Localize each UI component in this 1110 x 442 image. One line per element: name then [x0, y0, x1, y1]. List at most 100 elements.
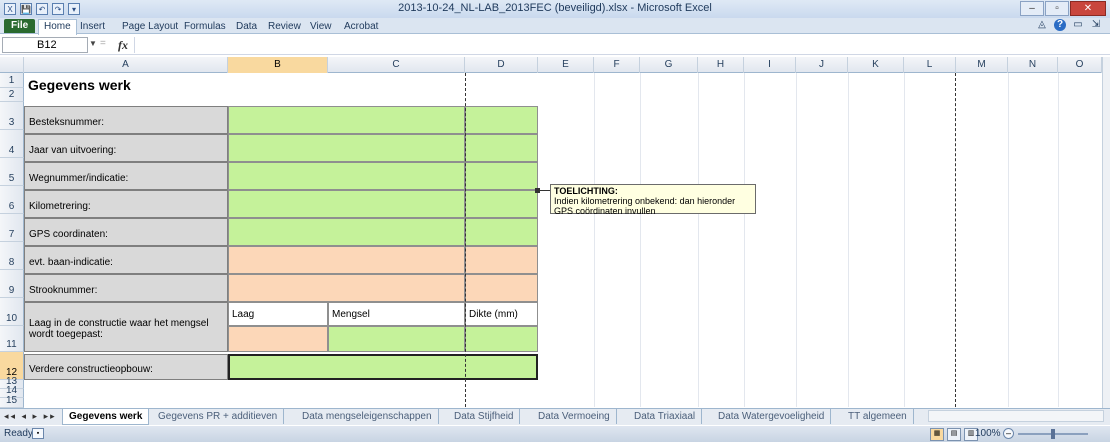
- page-layout-view-icon[interactable]: ▤: [947, 428, 961, 441]
- row-header[interactable]: 1: [0, 73, 24, 88]
- label-laag: Laag in de constructie waar het mengsel …: [24, 302, 228, 352]
- status-bar: Ready ▪ ▦ ▤ ▥ 100% –: [0, 426, 1110, 442]
- row-header[interactable]: 5: [0, 158, 24, 186]
- zoom-level[interactable]: 100%: [975, 428, 1001, 439]
- tab-data[interactable]: Data: [236, 20, 257, 33]
- input-gps-d[interactable]: [465, 218, 538, 246]
- label-verdere: Verdere constructieopbouw:: [24, 354, 228, 380]
- input-jaar-d[interactable]: [465, 134, 538, 162]
- row-header[interactable]: 9: [0, 270, 24, 298]
- comment-heading: TOELICHTING:: [554, 186, 618, 196]
- zoom-out-button[interactable]: –: [1003, 428, 1014, 439]
- input-kilometrering-d[interactable]: [465, 190, 538, 218]
- label-gps: GPS coordinaten:: [24, 218, 228, 246]
- select-all-corner[interactable]: [0, 57, 24, 73]
- row-header[interactable]: 7: [0, 214, 24, 242]
- column-header[interactable]: O: [1058, 57, 1102, 73]
- column-header[interactable]: C: [328, 57, 465, 73]
- input-laag[interactable]: [228, 326, 328, 352]
- insert-function-icon[interactable]: fx: [118, 38, 128, 53]
- gridline: [640, 73, 641, 407]
- minimize-ribbon-icon[interactable]: ◬: [1036, 19, 1048, 31]
- row-header[interactable]: 3: [0, 102, 24, 130]
- input-wegnummer-d[interactable]: [465, 162, 538, 190]
- column-header[interactable]: D: [465, 57, 538, 73]
- input-strook[interactable]: [228, 274, 465, 302]
- label-wegnummer: Wegnummer/indicatie:: [24, 162, 228, 190]
- column-header[interactable]: K: [848, 57, 904, 73]
- row-header[interactable]: 11: [0, 326, 24, 352]
- tab-formulas[interactable]: Formulas: [184, 20, 226, 33]
- sheet-tab-vermoeing[interactable]: Data Vermoeing: [532, 409, 617, 424]
- tab-insert[interactable]: Insert: [80, 20, 105, 33]
- help-icon[interactable]: ?: [1054, 19, 1066, 31]
- column-header[interactable]: L: [904, 57, 956, 73]
- input-strook-d[interactable]: [465, 274, 538, 302]
- row-header[interactable]: 6: [0, 186, 24, 214]
- row-header[interactable]: 10: [0, 298, 24, 326]
- column-header[interactable]: I: [744, 57, 796, 73]
- column-header[interactable]: A: [24, 57, 228, 73]
- column-header[interactable]: E: [538, 57, 594, 73]
- sheet-nav-buttons[interactable]: ◂◂ ◂ ▸ ▸▸: [4, 411, 57, 422]
- column-header[interactable]: M: [956, 57, 1008, 73]
- sheet-tab-triaxiaal[interactable]: Data Triaxiaal: [628, 409, 703, 424]
- label-kilometrering: Kilometrering:: [24, 190, 228, 218]
- input-kilometrering[interactable]: [228, 190, 465, 218]
- tab-review[interactable]: Review: [268, 20, 301, 33]
- ribbon-help-icons: ◬ ? ▭ ⇲: [1036, 19, 1102, 31]
- restore-window-icon[interactable]: ▭: [1072, 19, 1084, 31]
- column-header[interactable]: G: [640, 57, 698, 73]
- label-baan: evt. baan-indicatie:: [24, 246, 228, 274]
- formula-input[interactable]: [134, 37, 1100, 53]
- window-title: 2013-10-24_NL-LAB_2013FEC (beveiligd).xl…: [398, 2, 712, 14]
- column-header[interactable]: F: [594, 57, 640, 73]
- name-box-dropdown-icon[interactable]: ▼: [89, 39, 97, 48]
- gridline: [904, 73, 905, 407]
- column-header[interactable]: H: [698, 57, 744, 73]
- sheet-tab-watergevoeligheid[interactable]: Data Watergevoeligheid: [712, 409, 832, 424]
- tab-view[interactable]: View: [310, 20, 332, 33]
- column-header[interactable]: J: [796, 57, 848, 73]
- column-header[interactable]: N: [1008, 57, 1058, 73]
- sheet-tab-gegevens-pr[interactable]: Gegevens PR + additieven: [152, 409, 285, 424]
- sheet-tab-stijfheid[interactable]: Data Stijfheid: [448, 409, 521, 424]
- row-header[interactable]: 15: [0, 395, 24, 408]
- macro-record-icon[interactable]: ▪: [32, 428, 44, 439]
- input-baan[interactable]: [228, 246, 465, 274]
- label-jaar: Jaar van uitvoering:: [24, 134, 228, 162]
- minimize-button[interactable]: –: [1020, 1, 1044, 16]
- tab-file[interactable]: File: [4, 19, 36, 33]
- tab-home[interactable]: Home: [38, 19, 77, 35]
- name-box[interactable]: B12: [2, 37, 88, 53]
- input-gps[interactable]: [228, 218, 465, 246]
- vertical-scrollbar[interactable]: [1102, 57, 1110, 409]
- sheet-tab-tt-algemeen[interactable]: TT algemeen: [842, 409, 914, 424]
- workbook-close-icon[interactable]: ⇲: [1090, 19, 1102, 31]
- input-wegnummer[interactable]: [228, 162, 465, 190]
- zoom-slider-knob[interactable]: [1051, 429, 1055, 439]
- horizontal-scrollbar[interactable]: [928, 410, 1104, 422]
- close-button[interactable]: ✕: [1070, 1, 1106, 16]
- tab-acrobat[interactable]: Acrobat: [344, 20, 378, 33]
- normal-view-icon[interactable]: ▦: [930, 428, 944, 441]
- input-verdere-selected[interactable]: [228, 354, 538, 380]
- input-dikte[interactable]: [465, 326, 538, 352]
- tab-page-layout[interactable]: Page Layout: [122, 20, 178, 33]
- input-mengsel[interactable]: [328, 326, 465, 352]
- row-header[interactable]: 4: [0, 130, 24, 158]
- row-header[interactable]: 8: [0, 242, 24, 270]
- ribbon-tabs: File Home Insert Page Layout Formulas Da…: [0, 18, 1110, 35]
- input-besteknummer[interactable]: [228, 106, 465, 134]
- column-header[interactable]: B: [228, 57, 328, 73]
- sheet-tab-gegevens-werk[interactable]: Gegevens werk: [62, 409, 150, 425]
- gridline: [796, 73, 797, 407]
- formula-bar: B12 ▼ = fx: [0, 35, 1110, 55]
- sheet-tab-mengseleigenschappen[interactable]: Data mengseleigenschappen: [296, 409, 439, 424]
- maximize-button[interactable]: ▫: [1045, 1, 1069, 16]
- input-baan-d[interactable]: [465, 246, 538, 274]
- input-jaar[interactable]: [228, 134, 465, 162]
- input-besteknummer-d[interactable]: [465, 106, 538, 134]
- subheader-laag: Laag: [228, 302, 328, 326]
- row-header[interactable]: 2: [0, 88, 24, 102]
